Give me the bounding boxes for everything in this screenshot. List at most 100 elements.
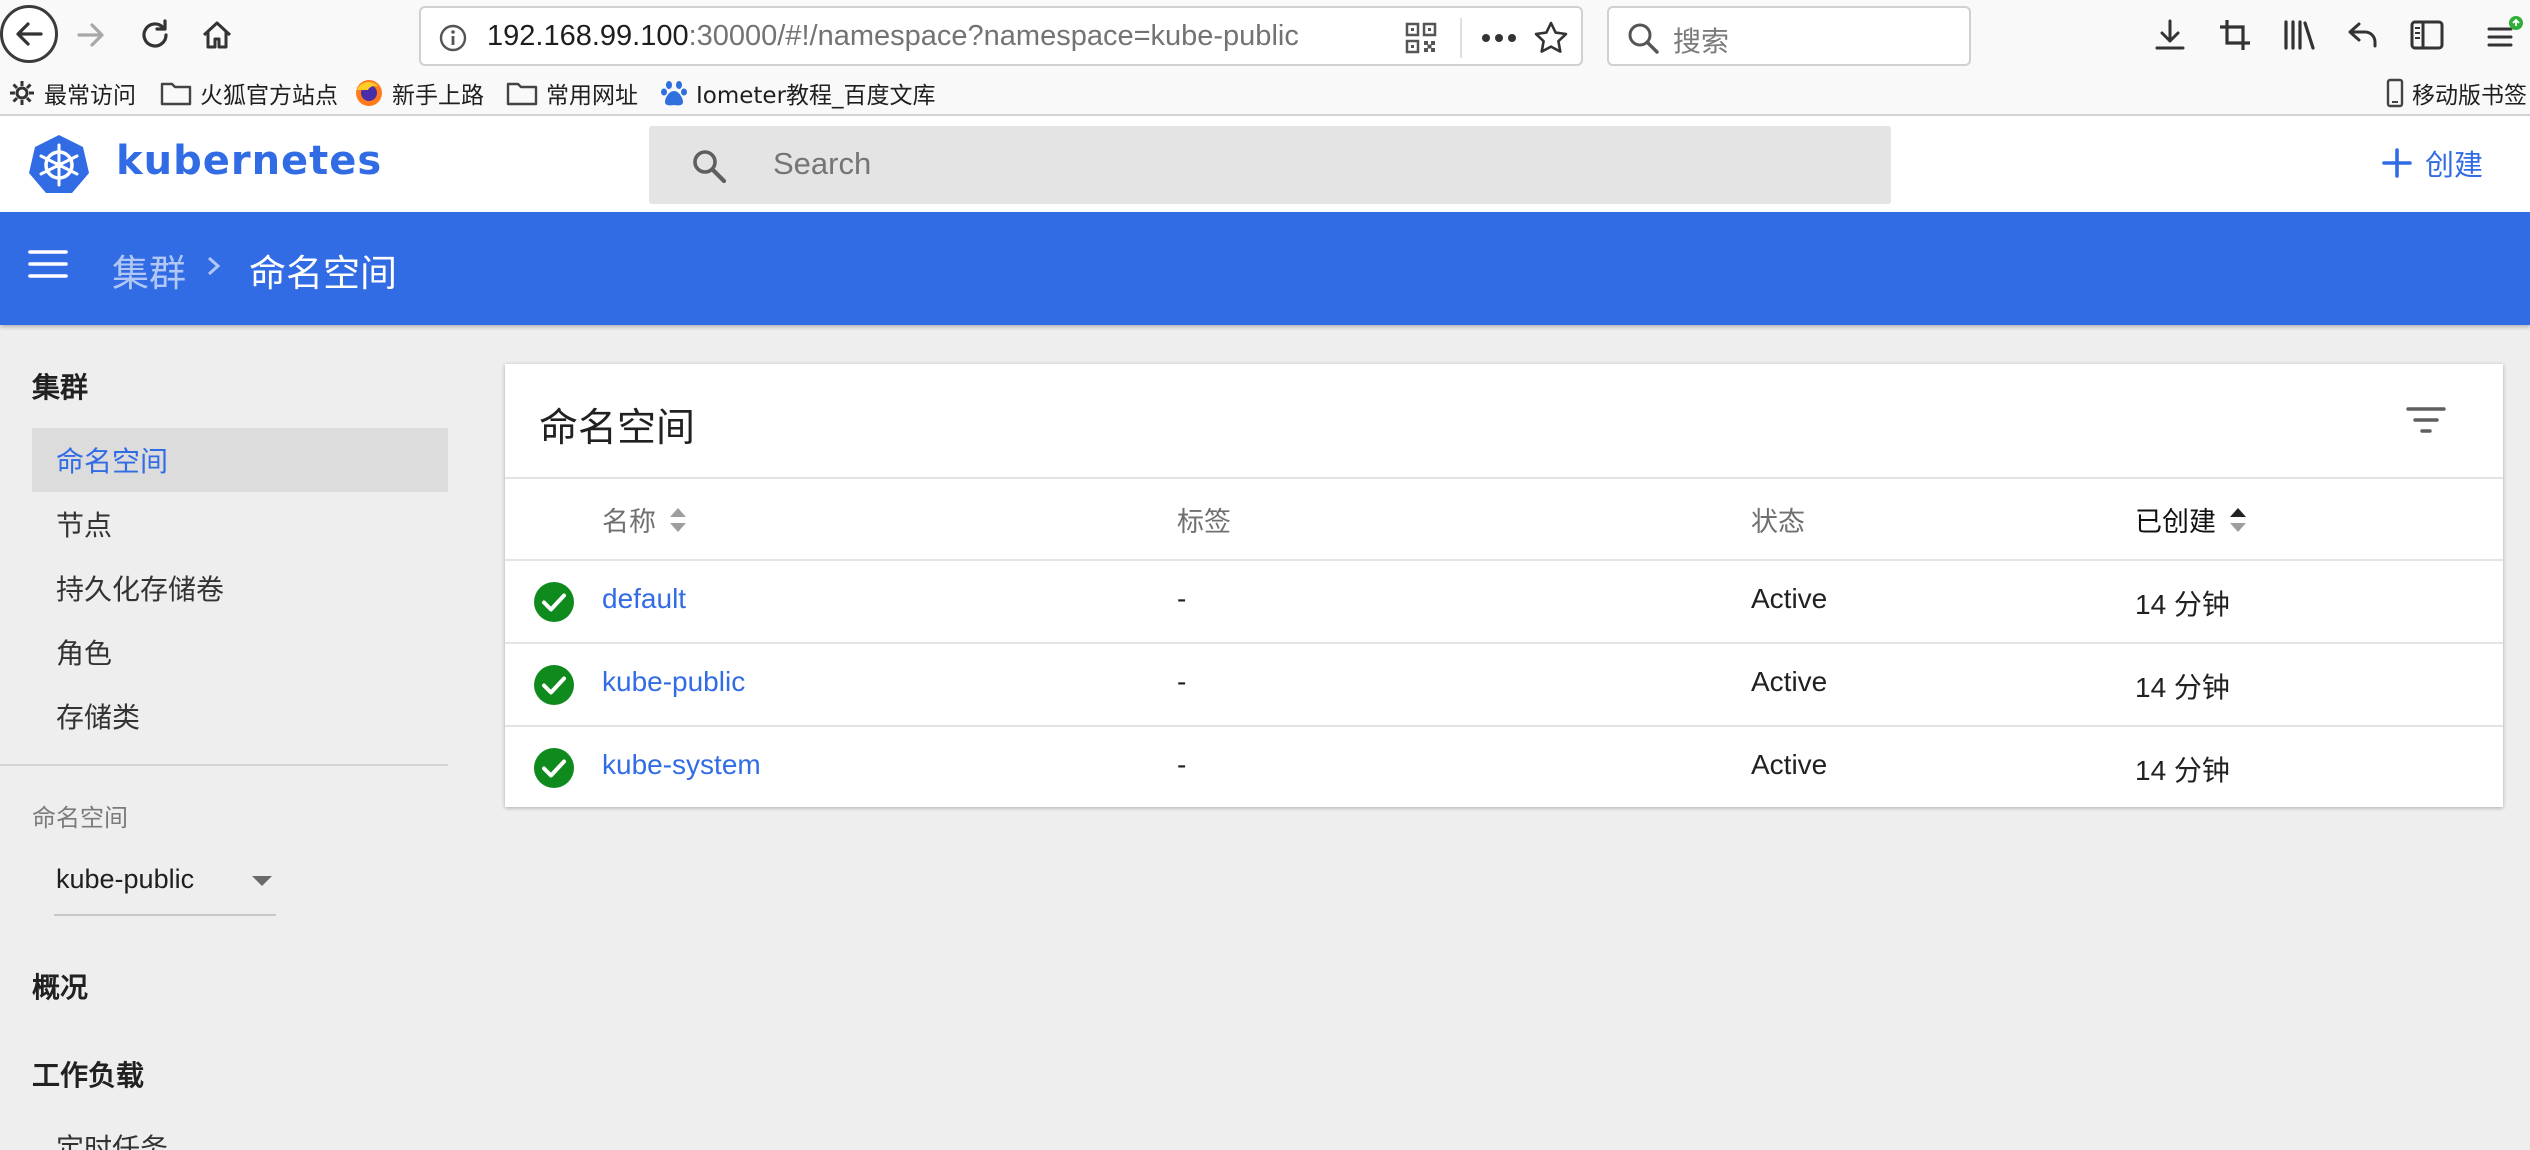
app-header: kubernetes Search 创建 — [0, 116, 2530, 212]
sidebar-item-label: 存储类 — [56, 701, 141, 734]
bookmark-common-sites[interactable]: 常用网址 — [506, 76, 638, 110]
sidebar-divider — [0, 764, 448, 766]
folder-icon — [506, 82, 538, 106]
sidebar-item-label: 角色 — [56, 637, 113, 670]
table-row: kube-public - Active 14 分钟 — [505, 644, 2503, 726]
browser-search-placeholder: 搜索 — [1673, 25, 1730, 58]
sidebar-item-storage-classes[interactable]: 存储类 — [32, 684, 448, 748]
filter-button[interactable] — [2405, 404, 2447, 436]
card-divider — [505, 477, 2503, 479]
sidebar-icon — [2410, 20, 2444, 50]
namespace-select[interactable]: kube-public — [54, 850, 276, 916]
table-row: kube-system - Active 14 分钟 — [505, 727, 2503, 809]
namespace-name-link[interactable]: kube-public — [602, 666, 745, 698]
bookmark-star-icon[interactable] — [1527, 14, 1575, 62]
namespaces-card: 命名空间 名称 标签 状态 已创建 default - Active 14 分钟… — [505, 364, 2503, 807]
crop-icon — [2220, 20, 2250, 50]
app-search-placeholder: Search — [773, 146, 872, 181]
namespace-labels: - — [1177, 749, 1187, 780]
namespace-selector-label: 命名空间 — [32, 804, 128, 832]
check-circle-icon — [534, 748, 574, 788]
sidebar-item-roles[interactable]: 角色 — [32, 620, 448, 684]
library-button[interactable] — [2273, 8, 2327, 62]
sidebar: 集群 命名空间 节点 持久化存储卷 角色 存储类 命名空间 kube-publi… — [0, 325, 450, 1150]
screenshot-button[interactable] — [2208, 8, 2262, 62]
sidebar-item-cron-jobs[interactable]: 定时任务 — [32, 1115, 448, 1150]
namespace-select-value: kube-public — [56, 864, 195, 894]
reload-button[interactable] — [128, 8, 182, 62]
column-header-label: 名称 — [602, 507, 656, 538]
bookmark-iometer[interactable]: Iometer教程_百度文库 — [660, 76, 936, 110]
column-header-label: 标签 — [1177, 507, 1231, 538]
column-header-label: 已创建 — [2135, 507, 2216, 538]
sidebar-item-namespaces[interactable]: 命名空间 — [32, 428, 448, 492]
sidebar-item-label: 定时任务 — [56, 1132, 169, 1150]
search-icon — [1619, 14, 1667, 62]
download-icon — [2155, 19, 2185, 50]
breadcrumb-current: 命名空间 — [249, 252, 397, 295]
url-bar[interactable]: 192.168.99.100:30000/#!/namespace?namesp… — [419, 6, 1583, 66]
app-menu-button[interactable] — [2476, 8, 2530, 62]
sidebar-heading-workloads[interactable]: 工作负载 — [32, 1054, 144, 1094]
card-title: 命名空间 — [539, 406, 696, 451]
bookmark-label: Iometer教程_百度文库 — [696, 83, 936, 109]
sort-icon — [670, 507, 686, 532]
bookmark-most-visited[interactable]: 最常访问 — [8, 76, 136, 110]
namespace-age: 14 分钟 — [2135, 755, 2230, 786]
namespace-name-link[interactable]: kube-system — [602, 749, 761, 781]
breadcrumb-parent[interactable]: 集群 — [112, 243, 186, 297]
check-circle-icon — [534, 665, 574, 705]
bookmark-label: 移动版书签 — [2412, 83, 2527, 109]
namespace-status: Active — [1751, 583, 1828, 614]
bookmark-label: 新手上路 — [392, 83, 484, 109]
sidebar-item-label: 命名空间 — [56, 445, 169, 478]
app-search-input[interactable]: Search — [649, 126, 1891, 204]
home-button[interactable] — [190, 8, 244, 62]
hamburger-menu-icon — [28, 250, 68, 278]
back-button[interactable] — [0, 5, 58, 63]
breadcrumb-bar: 集群 命名空间 — [0, 212, 2530, 325]
url-text[interactable]: 192.168.99.100:30000/#!/namespace?namesp… — [487, 20, 1299, 53]
sidebar-heading-cluster[interactable]: 集群 — [32, 366, 88, 406]
sort-ascending-icon — [2230, 507, 2246, 532]
sidebar-toggle-button[interactable] — [2400, 8, 2454, 62]
nav-menu-button[interactable] — [28, 248, 74, 288]
sidebar-item-nodes[interactable]: 节点 — [32, 492, 448, 556]
column-header-created[interactable]: 已创建 — [2135, 500, 2248, 539]
namespace-name-link[interactable]: default — [602, 583, 686, 615]
sidebar-item-label: 节点 — [56, 509, 113, 542]
sidebar-heading-overview[interactable]: 概况 — [32, 966, 88, 1006]
filter-icon — [2406, 407, 2446, 433]
bookmark-getting-started[interactable]: 新手上路 — [354, 76, 484, 110]
firefox-logo-icon — [356, 80, 382, 106]
forward-button[interactable] — [64, 8, 118, 62]
create-label: 创建 — [2425, 148, 2484, 182]
bookmark-mobile[interactable]: 移动版书签 — [2386, 76, 2527, 110]
reload-icon — [142, 19, 168, 48]
downloads-button[interactable] — [2143, 8, 2197, 62]
bookmark-firefox-official[interactable]: 火狐官方站点 — [160, 76, 338, 110]
more-actions-icon[interactable] — [1475, 14, 1523, 62]
column-header-status: 状态 — [1751, 500, 1805, 539]
info-icon[interactable] — [429, 14, 477, 62]
brand-name[interactable]: kubernetes — [116, 138, 382, 184]
browser-search-bar[interactable]: 搜索 — [1607, 6, 1971, 66]
home-icon — [202, 21, 232, 49]
undo-close-button[interactable] — [2336, 8, 2390, 62]
sidebar-item-persistent-volumes[interactable]: 持久化存储卷 — [32, 556, 448, 620]
url-separator — [1460, 18, 1462, 58]
table-row: default - Active 14 分钟 — [505, 561, 2503, 643]
namespace-labels: - — [1177, 583, 1187, 614]
bookmarks-toolbar: 最常访问 火狐官方站点 新手上路 常用网址 Iometer教程_百度文库 移动版… — [0, 70, 2530, 116]
kubernetes-logo-icon[interactable] — [28, 133, 90, 195]
create-button[interactable]: 创建 — [2381, 138, 2483, 188]
column-header-name[interactable]: 名称 — [602, 500, 688, 539]
search-icon — [693, 150, 727, 184]
library-icon — [2284, 20, 2315, 50]
namespace-status: Active — [1751, 666, 1828, 697]
namespace-age: 14 分钟 — [2135, 672, 2230, 703]
qr-code-icon[interactable] — [1397, 14, 1445, 62]
undo-icon — [2348, 22, 2377, 48]
namespace-labels: - — [1177, 666, 1187, 697]
plus-icon — [2382, 148, 2412, 178]
